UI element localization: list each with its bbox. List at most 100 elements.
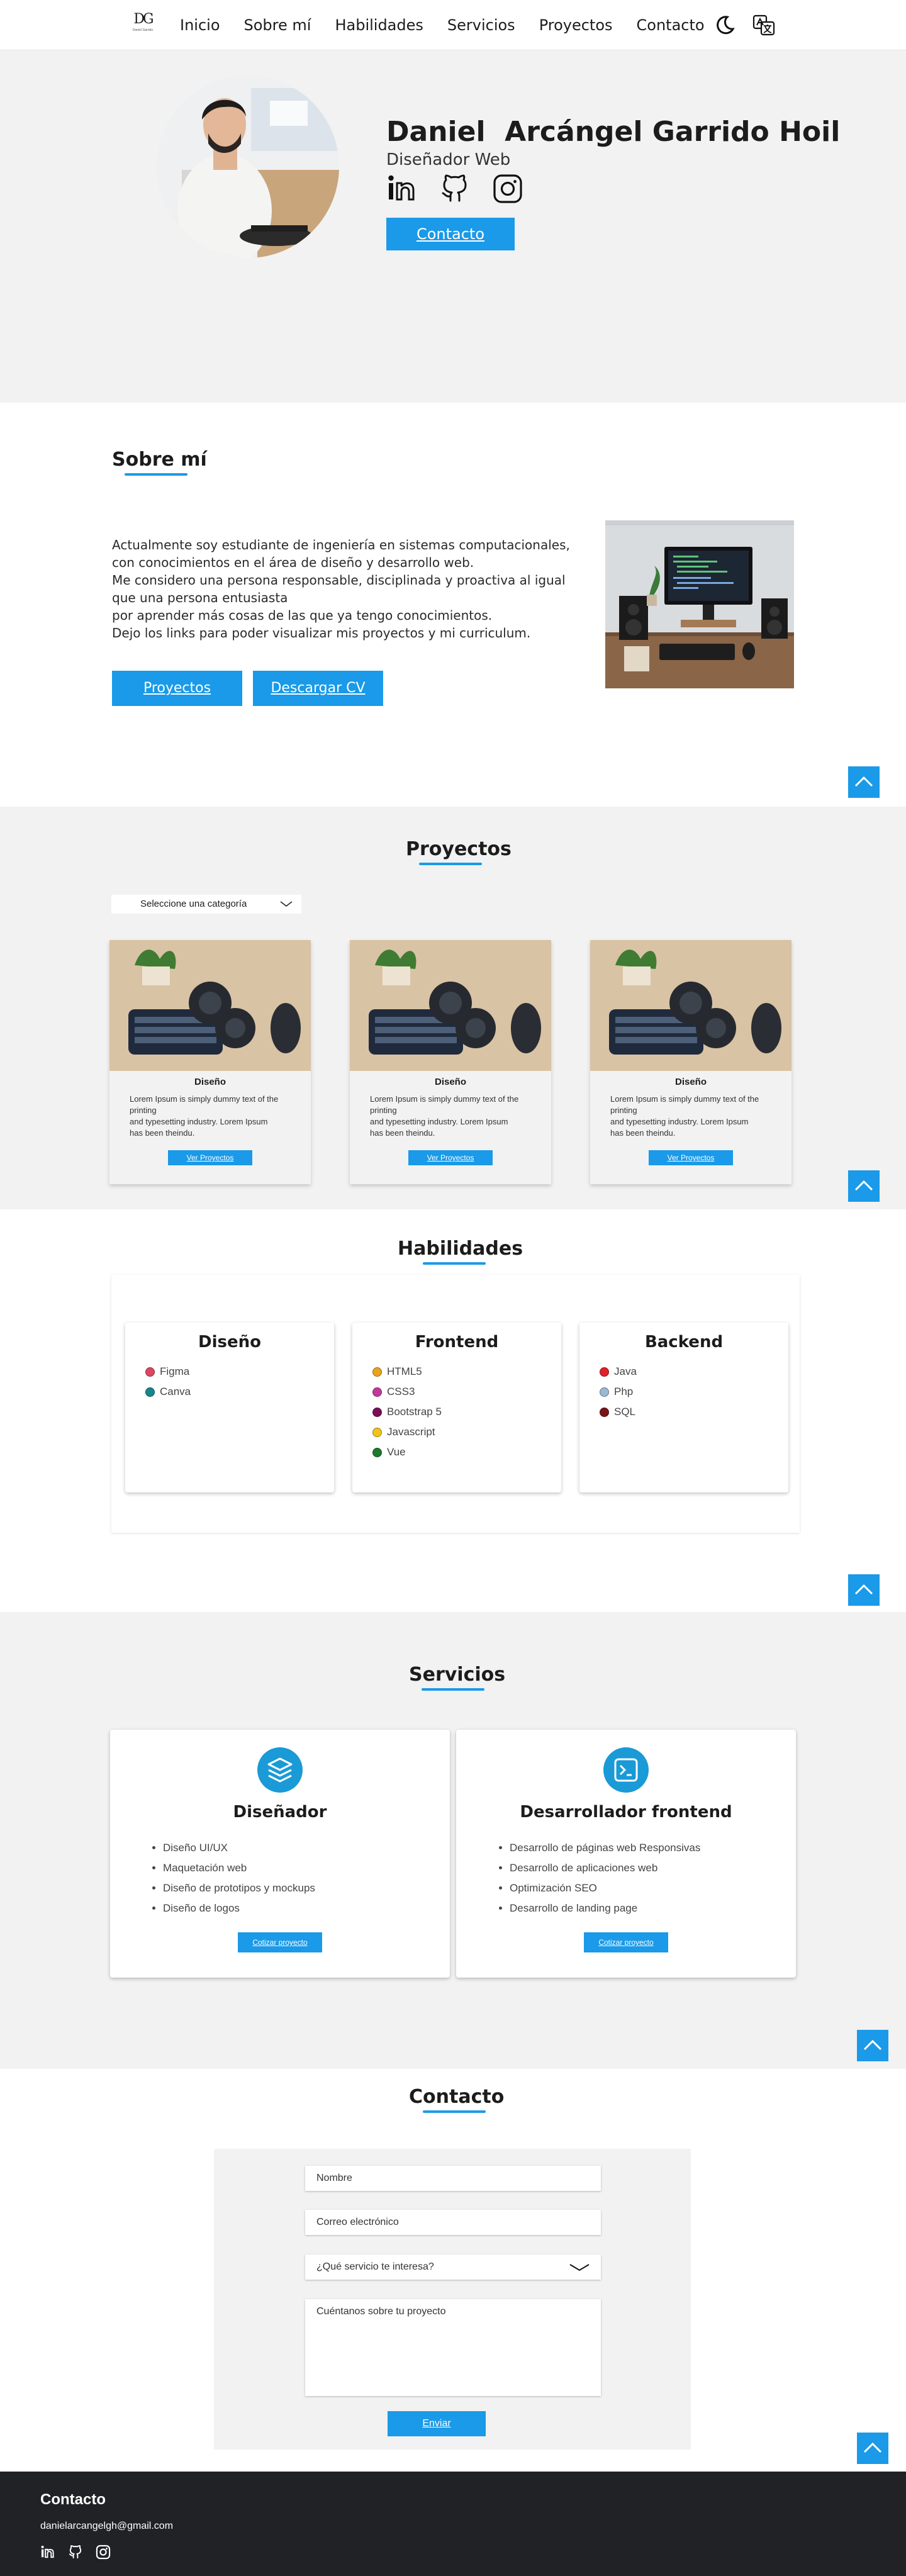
github-icon[interactable] bbox=[439, 173, 471, 204]
skill-dot bbox=[145, 1367, 155, 1377]
scroll-top-button[interactable] bbox=[848, 1574, 880, 1606]
portfolio-page: DG Daniel Garrido Inicio Sobre mí Habili… bbox=[0, 0, 906, 2576]
about-text: Actualmente soy estudiante de ingeniería… bbox=[112, 537, 570, 641]
skill-item: Bootstrap 5 bbox=[372, 1402, 561, 1422]
projects-title: Proyectos bbox=[406, 838, 512, 860]
chevron-up-icon bbox=[854, 776, 873, 787]
scroll-top-button[interactable] bbox=[857, 2433, 888, 2464]
send-button[interactable]: Enviar bbox=[388, 2411, 486, 2436]
service-item: Optimización SEO bbox=[510, 1878, 700, 1898]
project-description: Lorem Ipsum is simply dummy text of the … bbox=[130, 1094, 279, 1138]
skill-dot bbox=[372, 1447, 382, 1457]
avatar bbox=[157, 76, 339, 258]
projects-button[interactable]: Proyectos bbox=[112, 671, 242, 706]
project-title: Diseño bbox=[434, 1077, 466, 1087]
skill-dot bbox=[372, 1367, 382, 1377]
view-projects-button[interactable]: Ver Proyectos bbox=[649, 1150, 733, 1165]
logo-mark: DG bbox=[133, 11, 154, 27]
project-card: Diseño Lorem Ipsum is simply dummy text … bbox=[350, 940, 551, 1184]
skill-card-backend: Backend Java Php SQL bbox=[579, 1323, 788, 1492]
nav-link-contacto[interactable]: Contacto bbox=[637, 15, 705, 35]
skill-item: SQL bbox=[600, 1402, 788, 1422]
skill-label: Java bbox=[614, 1365, 637, 1377]
skill-label: Figma bbox=[160, 1365, 190, 1377]
project-image bbox=[109, 940, 311, 1071]
footer-social-links bbox=[40, 2545, 111, 2560]
nav-link-sobre-mi[interactable]: Sobre mí bbox=[244, 15, 311, 35]
project-image bbox=[590, 940, 791, 1071]
contact-title-underline bbox=[423, 2110, 486, 2113]
scroll-top-button[interactable] bbox=[857, 2030, 888, 2061]
services-title-underline bbox=[422, 1688, 484, 1691]
skill-card-frontend: Frontend HTML5 CSS3 Bootstrap 5 Javascri… bbox=[352, 1323, 561, 1492]
desk-setup-image bbox=[605, 520, 794, 688]
hero-social-links bbox=[386, 173, 523, 204]
skill-label: Bootstrap 5 bbox=[387, 1406, 442, 1418]
quote-project-button[interactable]: Cotizar proyecto bbox=[238, 1932, 322, 1952]
scroll-top-button[interactable] bbox=[848, 766, 880, 798]
skill-card-diseno: Diseño Figma Canva bbox=[125, 1323, 334, 1492]
skill-label: Javascript bbox=[387, 1426, 435, 1438]
service-select[interactable]: ¿Qué servicio te interesa? bbox=[305, 2254, 601, 2280]
service-card-designer: Diseñador Diseño UI/UX Maquetación web D… bbox=[110, 1730, 450, 1978]
nav-links: Inicio Sobre mí Habilidades Servicios Pr… bbox=[180, 15, 729, 35]
view-projects-button[interactable]: Ver Proyectos bbox=[408, 1150, 493, 1165]
about-paragraph: Actualmente soy estudiante de ingeniería… bbox=[112, 536, 578, 642]
service-item: Diseño de prototipos y mockups bbox=[163, 1878, 315, 1898]
skill-card-title: Backend bbox=[644, 1333, 724, 1352]
terminal-icon bbox=[603, 1747, 649, 1793]
footer-title: Contacto bbox=[40, 2491, 106, 2508]
layers-icon bbox=[257, 1747, 303, 1793]
skill-list: Figma Canva bbox=[125, 1362, 334, 1402]
project-card: Diseño Lorem Ipsum is simply dummy text … bbox=[109, 940, 311, 1184]
translate-icon[interactable] bbox=[752, 14, 775, 36]
contact-title: Contacto bbox=[409, 2086, 505, 2108]
skill-item: Javascript bbox=[372, 1422, 561, 1442]
nav-link-inicio[interactable]: Inicio bbox=[180, 15, 220, 35]
linkedin-icon[interactable] bbox=[386, 173, 418, 204]
projects-title-underline bbox=[419, 863, 482, 865]
service-select-placeholder: ¿Qué servicio te interesa? bbox=[316, 2261, 434, 2272]
nav-link-servicios[interactable]: Servicios bbox=[447, 15, 515, 35]
chevron-up-icon bbox=[854, 1180, 873, 1191]
name-placeholder: Nombre bbox=[316, 2173, 352, 2183]
skill-label: HTML5 bbox=[387, 1365, 422, 1377]
email-placeholder: Correo electrónico bbox=[316, 2217, 399, 2227]
nav-link-proyectos[interactable]: Proyectos bbox=[539, 15, 613, 35]
skill-card-title: Frontend bbox=[415, 1333, 499, 1352]
quote-project-button[interactable]: Cotizar proyecto bbox=[584, 1932, 668, 1952]
logo[interactable]: DG Daniel Garrido bbox=[130, 11, 156, 36]
skill-label: Vue bbox=[387, 1446, 406, 1458]
skill-list: HTML5 CSS3 Bootstrap 5 Javascript Vue bbox=[352, 1362, 561, 1462]
skill-item: CSS3 bbox=[372, 1382, 561, 1402]
email-field[interactable]: Correo electrónico bbox=[305, 2210, 601, 2235]
moon-icon[interactable] bbox=[713, 14, 736, 36]
service-item: Desarrollo de aplicaciones web bbox=[510, 1858, 700, 1878]
hero-contact-button[interactable]: Contacto bbox=[386, 218, 515, 250]
chevron-up-icon bbox=[863, 2442, 882, 2453]
service-item: Desarrollo de páginas web Responsivas bbox=[510, 1838, 700, 1858]
skill-card-title: Diseño bbox=[198, 1333, 261, 1352]
instagram-icon[interactable] bbox=[96, 2545, 111, 2560]
skill-item: Java bbox=[600, 1362, 788, 1382]
linkedin-icon[interactable] bbox=[40, 2545, 55, 2560]
view-projects-button[interactable]: Ver Proyectos bbox=[168, 1150, 252, 1165]
project-card: Diseño Lorem Ipsum is simply dummy text … bbox=[590, 940, 791, 1184]
download-cv-button[interactable]: Descargar CV bbox=[253, 671, 383, 706]
chevron-up-icon bbox=[863, 2039, 882, 2051]
nav-link-habilidades[interactable]: Habilidades bbox=[335, 15, 423, 35]
skill-item: Figma bbox=[145, 1362, 334, 1382]
service-title: Desarrollador frontend bbox=[520, 1803, 732, 1822]
skill-dot bbox=[372, 1407, 382, 1417]
footer-email[interactable]: danielarcangelgh@gmail.com bbox=[40, 2519, 173, 2533]
category-select[interactable]: Seleccione una categoría bbox=[111, 895, 301, 914]
name-field[interactable]: Nombre bbox=[305, 2166, 601, 2191]
message-placeholder: Cuéntanos sobre tu proyecto bbox=[316, 2306, 446, 2317]
footer: Contacto danielarcangelgh@gmail.com bbox=[0, 2472, 906, 2576]
github-icon[interactable] bbox=[68, 2545, 83, 2560]
instagram-icon[interactable] bbox=[492, 173, 523, 204]
scroll-top-button[interactable] bbox=[848, 1170, 880, 1202]
message-textarea[interactable]: Cuéntanos sobre tu proyecto bbox=[305, 2299, 601, 2396]
service-item: Maquetación web bbox=[163, 1858, 315, 1878]
project-image bbox=[350, 940, 551, 1071]
